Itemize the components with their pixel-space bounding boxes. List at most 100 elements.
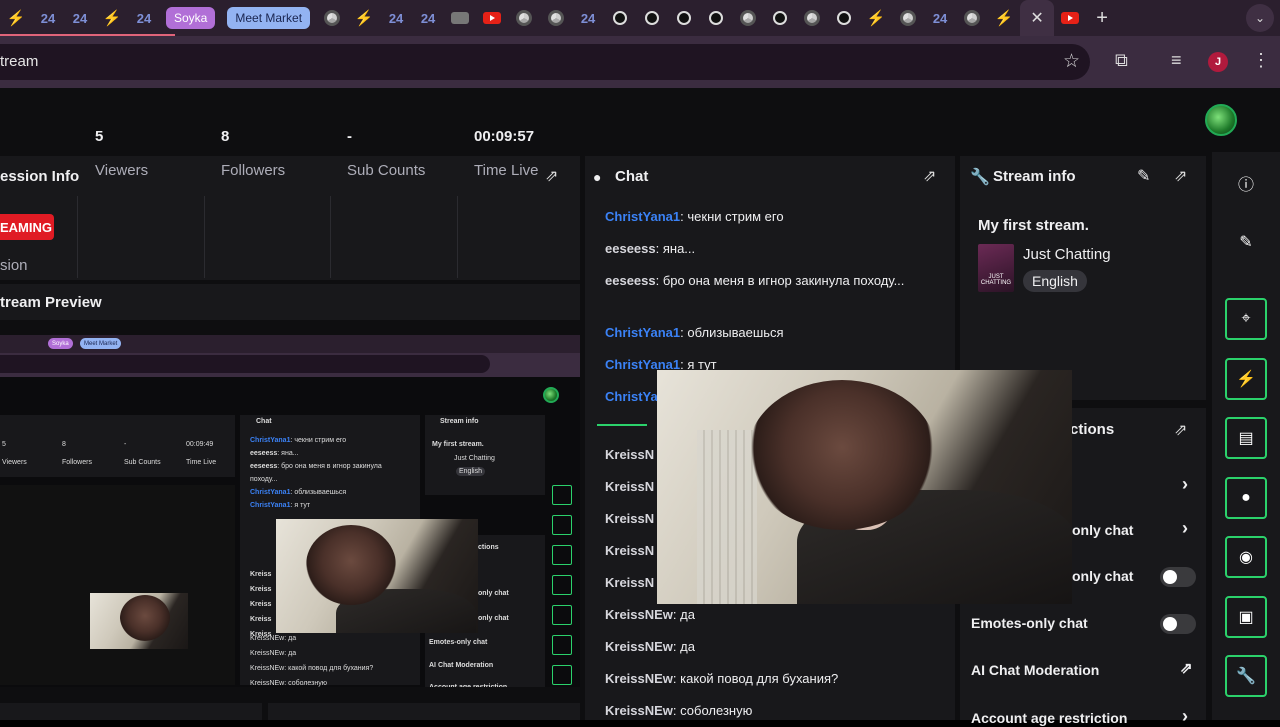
tab-close-button[interactable]: ✕ (1020, 0, 1055, 36)
browser-tab[interactable]: 24 (64, 0, 96, 36)
camera-switch-icon[interactable]: ▣ (1225, 596, 1267, 638)
stream-info-popout-icon[interactable]: ⇗ (1174, 166, 1187, 186)
preview-chat-line: eeseess: яна... (250, 450, 299, 457)
preview-webcam-overlay (276, 519, 478, 633)
category-art: JUST CHATTING (978, 244, 1014, 292)
circle-favicon-icon (645, 11, 660, 25)
preview-chat-line: KreissNEw: да (250, 635, 297, 642)
chevron-right-icon[interactable]: › (1182, 706, 1188, 727)
media-controls-icon[interactable]: ≡ (1171, 50, 1182, 71)
browser-tab[interactable]: ⚡ (860, 0, 892, 36)
browser-tab[interactable]: ⚡ (988, 0, 1020, 36)
preview-nested-preview (0, 485, 235, 685)
browser-menu-icon[interactable]: ⋮ (1252, 50, 1270, 71)
browser-tab[interactable] (636, 0, 668, 36)
stat-subs: - Sub Counts (347, 128, 425, 179)
wrench-icon: 🔧 (970, 169, 990, 186)
browser-tab[interactable] (700, 0, 732, 36)
profile-avatar[interactable]: J (1208, 52, 1228, 72)
browser-tab[interactable]: Soyka (166, 7, 216, 29)
chat-message: eeseess: яна... (605, 238, 935, 259)
browser-tab[interactable]: 24 (380, 0, 412, 36)
stat-value: - (347, 128, 352, 145)
browser-tab[interactable] (668, 0, 700, 36)
bolt-icon[interactable]: ⚡ (1225, 358, 1267, 400)
wrench-icon[interactable]: 🔧 (1225, 655, 1267, 697)
chat-username[interactable]: KreissN (605, 447, 654, 462)
browser-tab[interactable] (956, 0, 988, 36)
preview-chat-text: яна... (281, 450, 299, 457)
browser-tab[interactable]: ⚡ (96, 0, 128, 36)
external-link-icon[interactable]: ⇗ (1180, 659, 1193, 677)
chat-username[interactable]: eeseess (605, 241, 656, 256)
browser-tab[interactable]: Meet Market (227, 7, 311, 29)
focus-icon[interactable]: ⌖ (1225, 298, 1267, 340)
chat-username[interactable]: KreissN (605, 543, 654, 558)
user-avatar[interactable] (1205, 104, 1237, 136)
bookmark-star-icon[interactable]: ☆ (1063, 50, 1080, 73)
chat-username[interactable]: KreissNEw (605, 607, 673, 622)
pencil-icon[interactable]: ✎ (1225, 221, 1267, 263)
chrome-favicon-icon (548, 10, 565, 26)
chat-username[interactable]: ChristYa (605, 389, 658, 404)
chat-username[interactable]: ChristYana1 (605, 325, 680, 340)
chat-username[interactable]: KreissN (605, 479, 654, 494)
preview-stat-value: 8 (62, 441, 66, 448)
chat-username[interactable]: KreissN (605, 575, 654, 590)
browser-tab[interactable] (444, 0, 476, 36)
chat-icon[interactable]: ● (1225, 477, 1267, 519)
chat-message: KreissNEw: да (605, 604, 935, 625)
browser-tab[interactable]: 24 (924, 0, 956, 36)
browser-tab[interactable] (316, 0, 348, 36)
chrome-favicon-icon (740, 10, 757, 26)
info-icon[interactable]: ⓘ (1225, 162, 1267, 204)
category-name[interactable]: Just Chatting (1023, 246, 1111, 263)
moderation-popout-icon[interactable]: ⇗ (1174, 420, 1187, 440)
broadcast-icon[interactable]: ◉ (1225, 536, 1267, 578)
browser-tab[interactable] (508, 0, 540, 36)
chevron-right-icon[interactable]: › (1182, 474, 1188, 495)
preview-stat-label: Sub Counts (124, 459, 161, 466)
browser-tab[interactable] (476, 0, 508, 36)
divider (457, 196, 458, 278)
preview-chat-line: KreissNEw: да (250, 650, 297, 657)
stream-preview-video[interactable]: Soyka Meet Market 5 Viewers 8 Followers … (0, 335, 580, 687)
chat-popout-icon[interactable]: ⇗ (923, 166, 936, 186)
youtube-favicon-icon (483, 12, 502, 24)
browser-tab[interactable] (796, 0, 828, 36)
preview-stat-label: Time Live (186, 459, 217, 466)
browser-tab[interactable] (892, 0, 924, 36)
chat-username[interactable]: KreissNEw (605, 639, 673, 654)
chat-username[interactable]: eeseess (605, 273, 656, 288)
browser-tab[interactable]: 24 (32, 0, 64, 36)
edit-pencil-icon[interactable]: ✎ (1137, 166, 1150, 186)
popout-icon[interactable]: ⇗ (545, 166, 558, 186)
tab-search-button[interactable]: ⌄ (1246, 4, 1274, 32)
browser-tab[interactable] (764, 0, 796, 36)
browser-tab[interactable] (732, 0, 764, 36)
preview-chat-line: ChristYana1: облизываешься (250, 489, 346, 496)
extensions-icon[interactable]: ⧉ (1115, 50, 1128, 71)
chevron-right-icon[interactable]: › (1182, 518, 1188, 539)
chat-username[interactable]: KreissNEw (605, 671, 673, 686)
address-bar[interactable]: tream ☆ (0, 44, 1090, 80)
new-tab-button[interactable]: + (1086, 0, 1118, 36)
browser-tab[interactable] (1054, 0, 1086, 36)
webcam-overlay[interactable] (657, 370, 1072, 604)
toggle-switch[interactable] (1160, 567, 1196, 587)
chat-username[interactable]: KreissNEw (605, 703, 673, 718)
notes-icon[interactable]: ▤ (1225, 417, 1267, 459)
browser-tab[interactable] (604, 0, 636, 36)
browser-tab[interactable] (828, 0, 860, 36)
browser-tab[interactable]: 24 (412, 0, 444, 36)
language-tag[interactable]: English (1023, 270, 1087, 292)
browser-tab[interactable] (540, 0, 572, 36)
browser-tab[interactable]: ⚡ (348, 0, 380, 36)
chat-username[interactable]: ChristYana1 (605, 209, 680, 224)
chat-username[interactable]: KreissN (605, 511, 654, 526)
browser-tab[interactable]: ⚡ (0, 0, 32, 36)
browser-tab[interactable]: 24 (128, 0, 160, 36)
browser-tab[interactable]: 24 (572, 0, 604, 36)
toggle-switch[interactable] (1160, 614, 1196, 634)
preview-chat-username: eeseess (250, 450, 278, 457)
